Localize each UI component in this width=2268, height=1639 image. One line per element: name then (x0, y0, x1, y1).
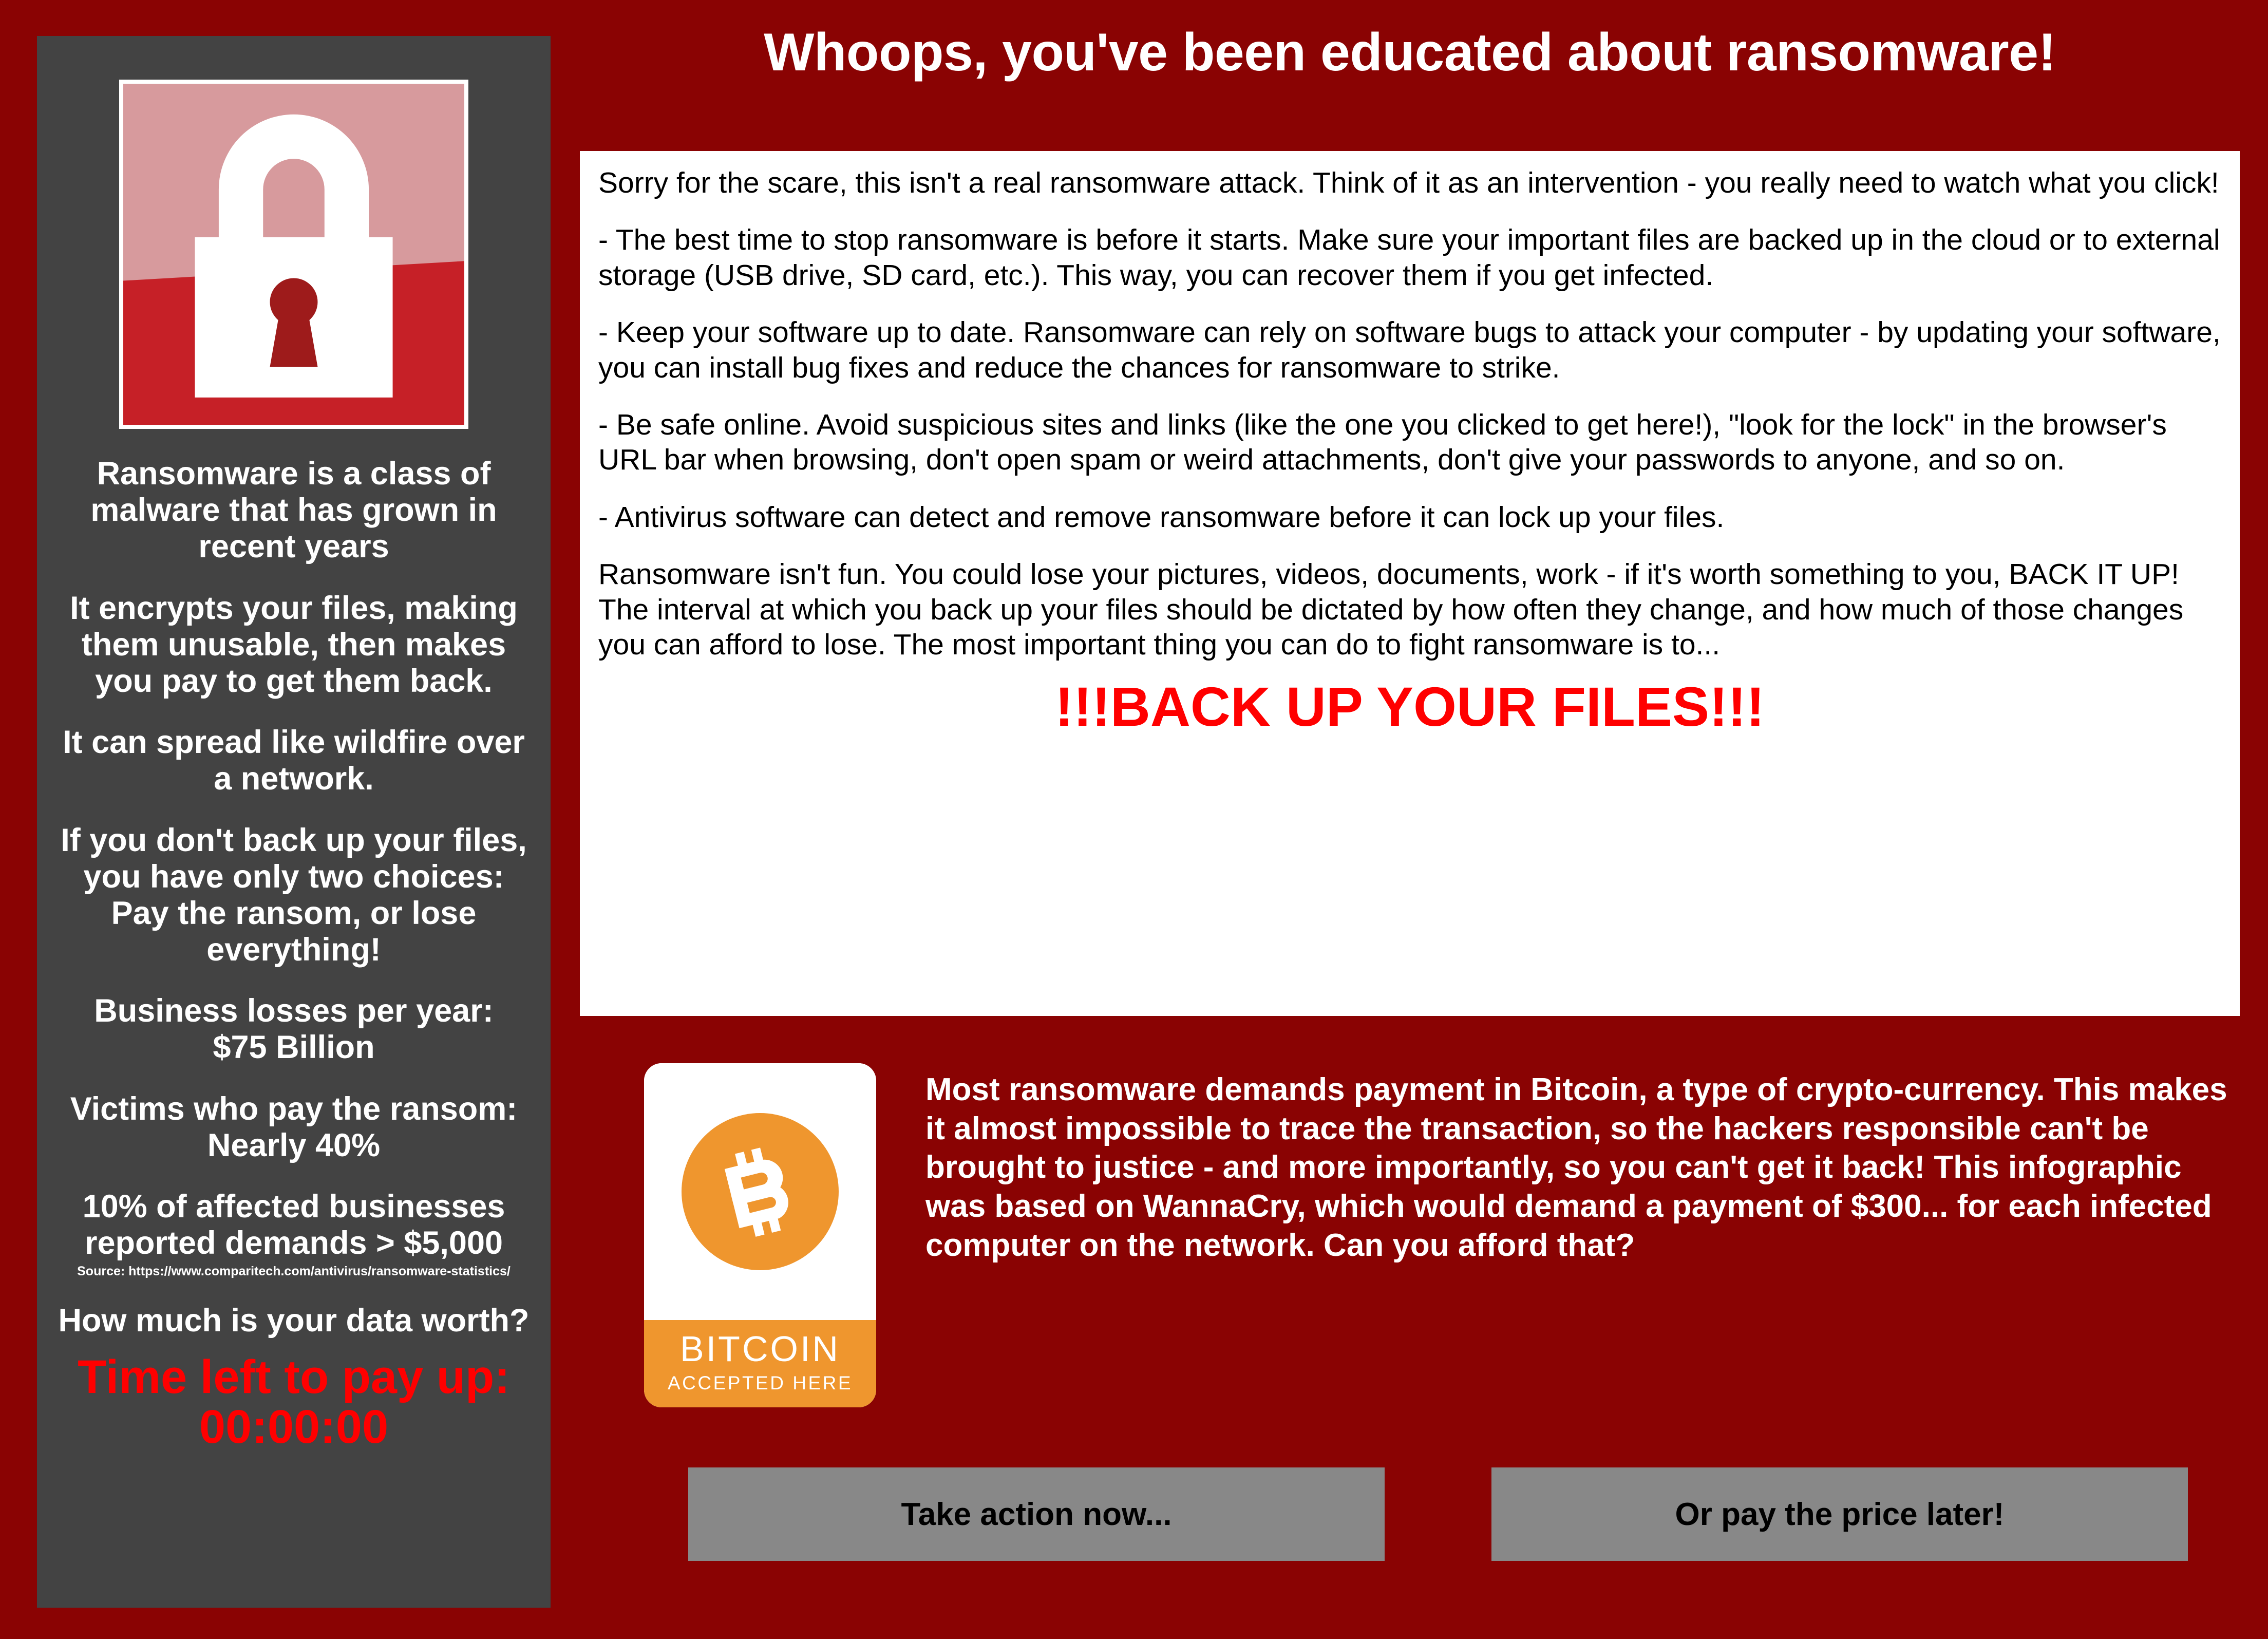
sidebar-stat-victims-pay: Victims who pay the ransom: Nearly 40% (70, 1090, 518, 1163)
bitcoin-badge-subtitle: ACCEPTED HERE (667, 1372, 853, 1394)
padlock-glyph (195, 114, 393, 398)
bitcoin-coin-icon (682, 1113, 839, 1270)
advice-paragraph-closing: Ransomware isn't fun. You could lose you… (598, 558, 2184, 661)
take-action-button[interactable]: Take action now... (688, 1467, 1385, 1561)
countdown-timer: 00:00:00 (199, 1400, 389, 1453)
countdown-label: Time left to pay up: (78, 1351, 510, 1404)
pay-later-button[interactable]: Or pay the price later! (1491, 1467, 2188, 1561)
sidebar-stat-business-losses: Business losses per year: $75 Billion (94, 993, 494, 1066)
advice-panel: Sorry for the scare, this isn't a real r… (580, 151, 2240, 1016)
bitcoin-b-glyph (724, 1147, 788, 1237)
backup-call-to-action: !!!BACK UP YOUR FILES!!! (1055, 675, 1765, 738)
bitcoin-accepted-badge: BITCOIN ACCEPTED HERE (644, 1063, 876, 1407)
page-title: Whoops, you've been educated about ranso… (764, 23, 2056, 82)
advice-paragraph-intro: Sorry for the scare, this isn't a real r… (598, 166, 2219, 199)
padlock-icon (119, 80, 468, 429)
sidebar-paragraph-encryption: It encrypts your files, making them unus… (70, 590, 518, 699)
advice-paragraph-safe-online: - Be safe online. Avoid suspicious sites… (598, 408, 2167, 477)
advice-paragraph-updates: - Keep your software up to date. Ransomw… (598, 316, 2221, 384)
info-sidebar: Ransomware is a class of malware that ha… (37, 36, 551, 1608)
bitcoin-explanation: Most ransomware demands payment in Bitco… (925, 1072, 2227, 1263)
bitcoin-badge-title: BITCOIN (680, 1328, 840, 1369)
sidebar-stat-demand-size: 10% of affected businesses reported dema… (82, 1189, 505, 1261)
sidebar-paragraph-definition: Ransomware is a class of malware that ha… (90, 456, 497, 565)
action-button-row: Take action now... Or pay the price late… (688, 1467, 2188, 1561)
sidebar-paragraph-spread: It can spread like wildfire over a netwo… (63, 724, 525, 797)
advice-paragraph-backup: - The best time to stop ransomware is be… (598, 223, 2220, 292)
padlock-icon-canvas (123, 84, 464, 425)
source-citation: Source: https://www.comparitech.com/anti… (77, 1264, 511, 1279)
bitcoin-badge-footer: BITCOIN ACCEPTED HERE (644, 1320, 876, 1407)
sidebar-question: How much is your data worth? (58, 1302, 530, 1339)
advice-paragraph-antivirus: - Antivirus software can detect and remo… (598, 500, 1725, 534)
sidebar-paragraph-choices: If you don't back up your files, you hav… (61, 822, 527, 968)
bitcoin-section: BITCOIN ACCEPTED HERE Most ransomware de… (644, 1063, 2236, 1407)
bitcoin-coin-area (644, 1063, 876, 1320)
